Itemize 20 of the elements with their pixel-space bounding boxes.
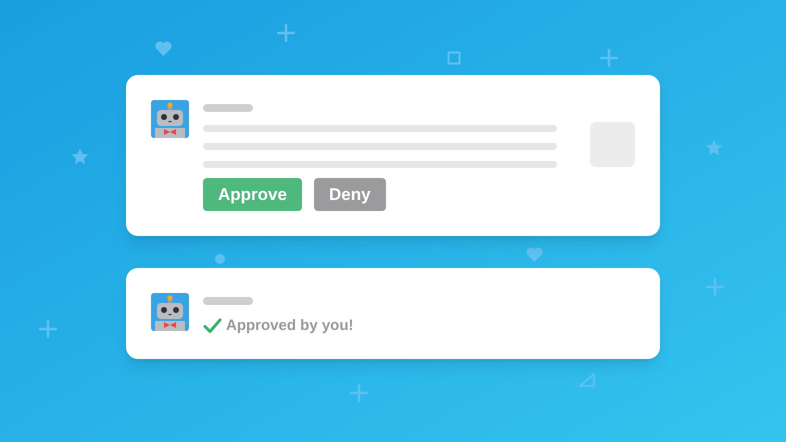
triangle-icon [578,372,596,388]
robot-avatar-icon [151,100,189,138]
deny-button[interactable]: Deny [314,178,386,211]
approve-button[interactable]: Approve [203,178,302,211]
plus-icon [600,49,618,67]
name-placeholder [203,297,253,305]
name-placeholder [203,104,253,112]
check-icon [203,318,222,334]
heart-icon [526,247,543,262]
robot-avatar-icon [151,293,189,331]
heart-icon [155,41,172,56]
star-icon [705,139,723,156]
plus-icon [39,320,57,338]
plus-icon [277,24,295,42]
square-icon [447,51,461,65]
star-icon [71,148,89,165]
status-text: Approved by you! [226,316,354,336]
dot-icon [214,253,226,265]
plus-icon [706,278,724,296]
plus-icon [350,384,368,402]
